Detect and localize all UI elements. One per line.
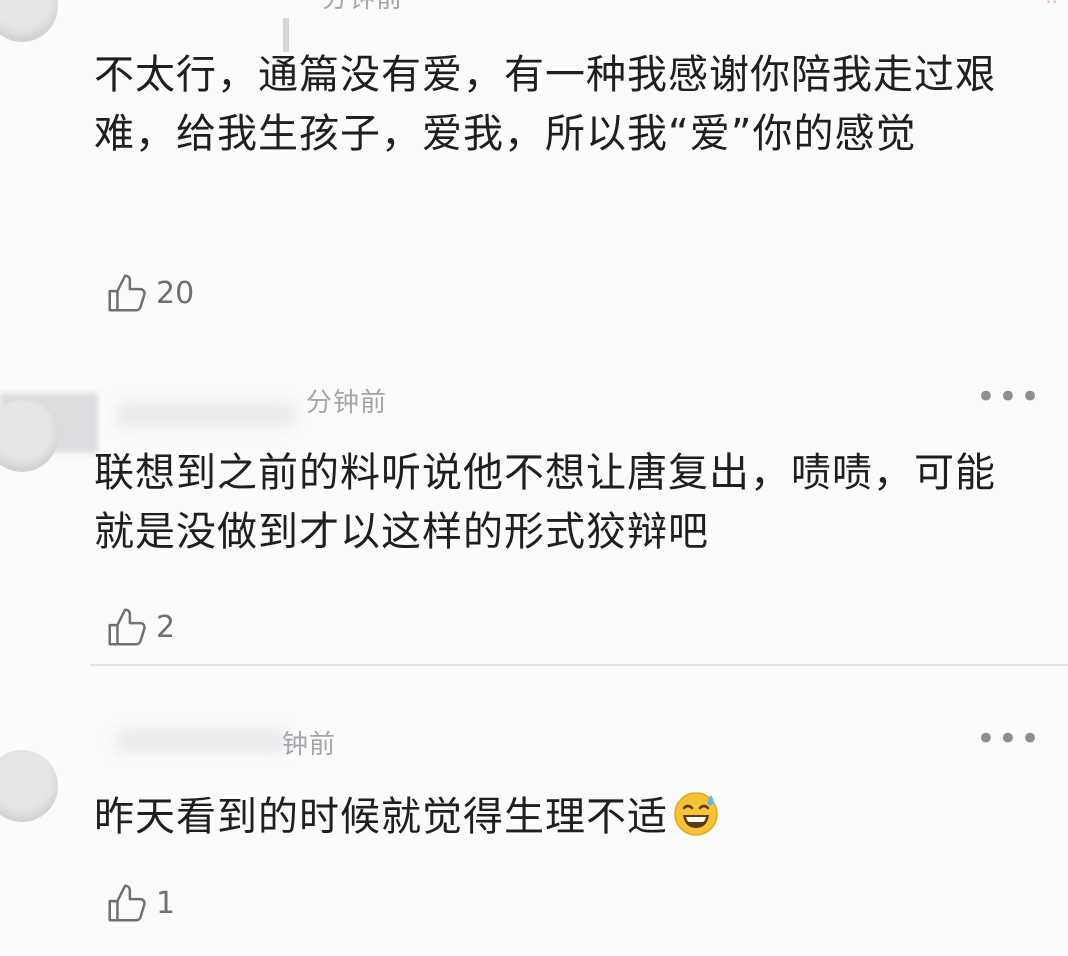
thumbs-up-icon [108, 274, 146, 312]
username-redacted [116, 728, 286, 754]
comment-feed: ·· 分钟前 不太行，通篇没有爱，有一种我感谢你陪我走过艰难，给我生孩子，爱我，… [0, 0, 1068, 956]
comment-item: 钟前 ••• 昨天看到的时候就觉得生理不适 1 [0, 700, 1068, 956]
like-count: 2 [156, 609, 176, 645]
thumbs-up-icon [108, 884, 146, 922]
more-options-button[interactable]: ••• [976, 722, 1042, 756]
comment-time: 分钟前 [306, 388, 388, 418]
thumbs-up-icon [108, 608, 146, 646]
username-redacted [116, 402, 296, 428]
comment-text: 不太行，通篇没有爱，有一种我感谢你陪我走过艰难，给我生孩子，爱我，所以我“爱”你… [94, 52, 996, 157]
comment-time: 分钟前 [322, 0, 403, 15]
comment-item: 分钟前 不太行，通篇没有爱，有一种我感谢你陪我走过艰难，给我生孩子，爱我，所以我… [0, 0, 1068, 340]
comment-text-content: 昨天看到的时候就觉得生理不适 [94, 794, 668, 840]
like-count: 1 [156, 885, 176, 921]
more-options-button[interactable]: ••• [976, 380, 1042, 414]
comment-text: 昨天看到的时候就觉得生理不适 [94, 788, 1034, 855]
comment-text: 联想到之前的料听说他不想让唐复出，啧啧，可能就是没做到才以这样的形式狡辩吧 [94, 450, 996, 555]
like-button[interactable]: 2 [104, 604, 175, 650]
comment-time: 钟前 [282, 730, 337, 760]
avatar[interactable] [0, 750, 58, 822]
avatar[interactable] [0, 0, 58, 42]
like-button[interactable]: 1 [104, 880, 175, 926]
like-count: 20 [156, 275, 195, 311]
comment-divider [90, 664, 1068, 666]
comment-item: 分钟前 ••• 联想到之前的料听说他不想让唐复出，啧啧，可能就是没做到才以这样的… [0, 360, 1068, 660]
like-button[interactable]: 20 [104, 270, 194, 316]
grinning-sweat-emoji [672, 790, 720, 855]
